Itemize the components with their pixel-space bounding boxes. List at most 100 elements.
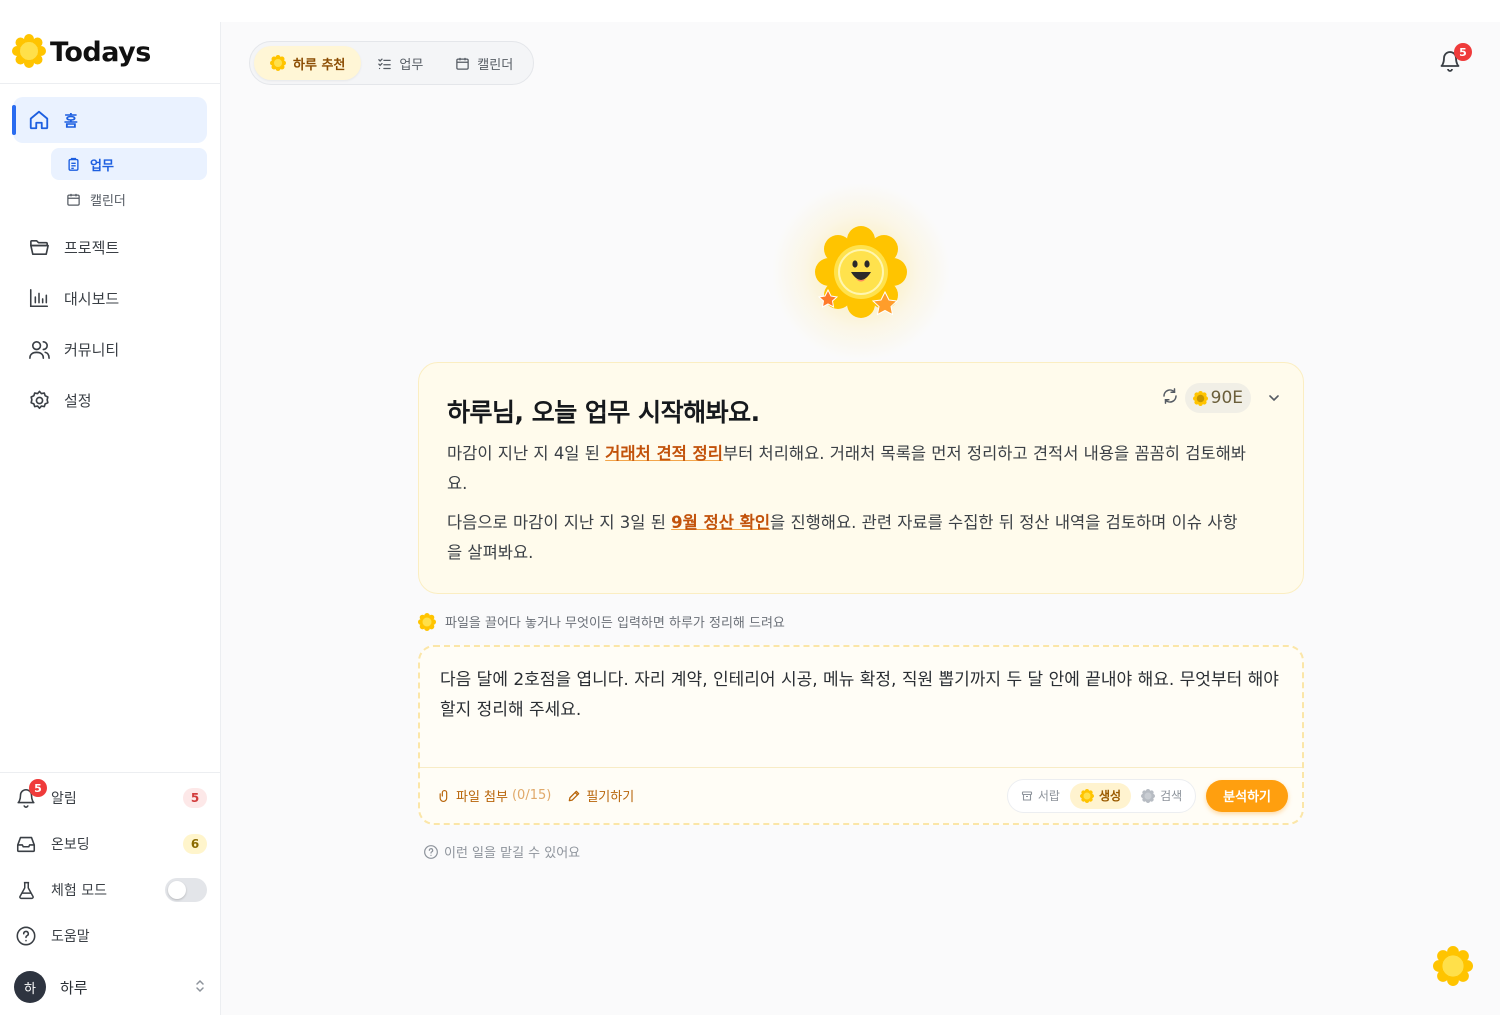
tab-tasks[interactable]: 업무 <box>361 46 439 80</box>
sidebar-subitem-label: 캘린더 <box>90 193 126 209</box>
sun-icon <box>1079 788 1094 803</box>
sidebar-item-community[interactable]: 커뮤니티 <box>13 326 207 372</box>
handwrite-button[interactable]: 필기하기 <box>567 786 634 805</box>
users-icon <box>26 336 52 362</box>
alert-icon-badge: 5 <box>29 779 47 797</box>
sidebar-item-projects[interactable]: 프로젝트 <box>13 224 207 270</box>
help-circle-icon <box>14 924 38 948</box>
examples-label: 이런 일을 맡길 수 있어요 <box>444 846 581 861</box>
view-tabs: 하루 추천 업무 캘린더 <box>249 41 535 85</box>
archive-icon <box>1021 790 1033 802</box>
mode-generate[interactable]: 생성 <box>1069 782 1132 809</box>
mode-label: 서랍 <box>1037 789 1060 803</box>
attach-count: (0/15) <box>511 788 552 803</box>
sidebar-item-alerts[interactable]: 5 알림 5 <box>0 775 220 821</box>
input-hint: 파일을 끌어다 놓거나 무엇이든 입력하면 하루가 정리해 드려요 <box>418 612 785 631</box>
gear-icon <box>26 387 52 413</box>
folder-icon <box>26 234 52 260</box>
notification-badge: 5 <box>1454 43 1472 61</box>
checklist-icon <box>377 56 392 71</box>
mode-search[interactable]: 검색 <box>1131 783 1192 809</box>
hint-text: 파일을 끌어다 놓거나 무엇이든 입력하면 하루가 정리해 드려요 <box>445 616 785 631</box>
card-tools: 90E <box>1161 383 1281 413</box>
tab-calendar[interactable]: 캘린더 <box>439 46 529 80</box>
brand-name: Todays <box>50 37 151 68</box>
sidebar-bottom: 5 알림 5 온보딩 6 체험 모드 도움말 하 하루 <box>0 772 220 1015</box>
help-label: 도움말 <box>51 929 90 945</box>
calendar-icon <box>65 191 81 207</box>
sidebar: Todays 홈 업무 캘린더 프로젝트 대시보드 커뮤니티 설정 5 알림 5… <box>0 22 221 1015</box>
clipboard-icon <box>65 156 81 172</box>
brand[interactable]: Todays <box>0 22 220 84</box>
handwrite-label: 필기하기 <box>586 790 635 805</box>
chevron-down-icon[interactable] <box>1267 391 1281 405</box>
notifications-button[interactable]: 5 <box>1438 43 1472 77</box>
refresh-icon[interactable] <box>1161 387 1179 409</box>
main-area: 하루 추천 업무 캘린더 5 90E 하루님, 오늘 업무 시작해봐요. 마감이… <box>221 22 1500 1015</box>
sidebar-item-settings[interactable]: 설정 <box>13 377 207 423</box>
sun-icon <box>270 55 286 71</box>
inbox-icon <box>14 832 38 856</box>
sidebar-item-label: 설정 <box>64 391 92 410</box>
sidebar-item-help[interactable]: 도움말 <box>0 913 220 959</box>
user-name: 하루 <box>60 978 88 997</box>
card-paragraph-1: 마감이 지난 지 4일 된 거래처 견적 정리부터 처리해요. 거래처 목록을 … <box>447 439 1247 499</box>
sidebar-item-label: 대시보드 <box>64 289 120 308</box>
mode-selector: 서랍 생성 검색 <box>1006 778 1197 813</box>
sidebar-item-onboarding[interactable]: 온보딩 6 <box>0 821 220 867</box>
bell-icon <box>1438 51 1462 77</box>
sidebar-item-label: 커뮤니티 <box>64 340 120 359</box>
mode-drawer[interactable]: 서랍 <box>1011 783 1070 809</box>
tab-label: 업무 <box>399 57 424 73</box>
chevron-updown-icon <box>194 978 206 997</box>
sun-mascot-icon <box>801 212 921 332</box>
mode-label: 생성 <box>1098 789 1122 803</box>
trial-mode-label: 체험 모드 <box>51 883 107 899</box>
attach-file-button[interactable]: 파일 첨부 (0/15) <box>438 786 551 805</box>
sidebar-item-label: 홈 <box>64 111 78 130</box>
onboarding-count-badge: 6 <box>183 834 207 854</box>
recommendation-card: 90E 하루님, 오늘 업무 시작해봐요. 마감이 지난 지 4일 된 거래처 … <box>418 362 1304 594</box>
sidebar-subitem-calendar[interactable]: 캘린더 <box>51 183 207 215</box>
examples-link[interactable]: 이런 일을 맡길 수 있어요 <box>423 842 580 861</box>
sidebar-subitem-tasks[interactable]: 업무 <box>51 148 207 180</box>
analyze-button[interactable]: 분석하기 <box>1206 779 1288 812</box>
token-value: 90E <box>1210 388 1243 408</box>
text: 마감이 지난 지 4일 된 <box>447 444 606 463</box>
attach-label: 파일 첨부 <box>456 790 508 805</box>
task-link-settlement[interactable]: 9월 정산 확인 <box>671 513 770 532</box>
avatar: 하 <box>14 971 46 1003</box>
prompt-input[interactable]: 다음 달에 2호점을 엽니다. 자리 계약, 인테리어 시공, 메뉴 확정, 직… <box>420 647 1302 767</box>
task-link-quote[interactable]: 거래처 견적 정리 <box>605 444 723 463</box>
tab-today-recommend[interactable]: 하루 추천 <box>254 46 362 80</box>
bar-chart-icon <box>26 285 52 311</box>
user-menu[interactable]: 하 하루 <box>0 959 220 1015</box>
sun-icon <box>1433 946 1473 990</box>
help-circle-icon <box>423 844 439 860</box>
sidebar-item-dashboard[interactable]: 대시보드 <box>13 275 207 321</box>
home-icon <box>26 107 52 133</box>
calendar-icon <box>455 56 470 71</box>
card-title: 하루님, 오늘 업무 시작해봐요. <box>447 398 760 427</box>
token-balance[interactable]: 90E <box>1184 383 1251 413</box>
sidebar-item-trial-mode[interactable]: 체험 모드 <box>0 867 220 913</box>
pencil-icon <box>567 789 581 803</box>
coin-icon <box>1192 390 1208 406</box>
alerts-label: 알림 <box>51 791 77 807</box>
card-paragraph-2: 다음으로 마감이 지난 지 3일 된 9월 정산 확인을 진행해요. 관련 자료… <box>447 508 1247 568</box>
sun-gray-icon <box>1141 788 1156 803</box>
paperclip-icon <box>438 789 451 803</box>
input-toolbar: 파일 첨부 (0/15) 필기하기 서랍 생성 검색 분석하기 <box>420 767 1302 823</box>
sun-icon <box>418 612 436 631</box>
trial-mode-toggle[interactable] <box>165 878 207 902</box>
sidebar-item-home[interactable]: 홈 <box>12 97 207 143</box>
bell-icon: 5 <box>14 779 47 810</box>
prompt-input-box[interactable]: 다음 달에 2호점을 엽니다. 자리 계약, 인테리어 시공, 메뉴 확정, 직… <box>418 645 1304 825</box>
sidebar-nav: 홈 업무 캘린더 프로젝트 대시보드 커뮤니티 설정 <box>0 84 220 423</box>
alerts-count-badge: 5 <box>183 788 207 808</box>
assistant-fab[interactable] <box>1432 946 1474 990</box>
onboarding-label: 온보딩 <box>51 837 90 853</box>
tab-label: 캘린더 <box>477 57 514 73</box>
sun-logo-icon <box>12 33 46 72</box>
sidebar-subitem-label: 업무 <box>90 158 114 174</box>
